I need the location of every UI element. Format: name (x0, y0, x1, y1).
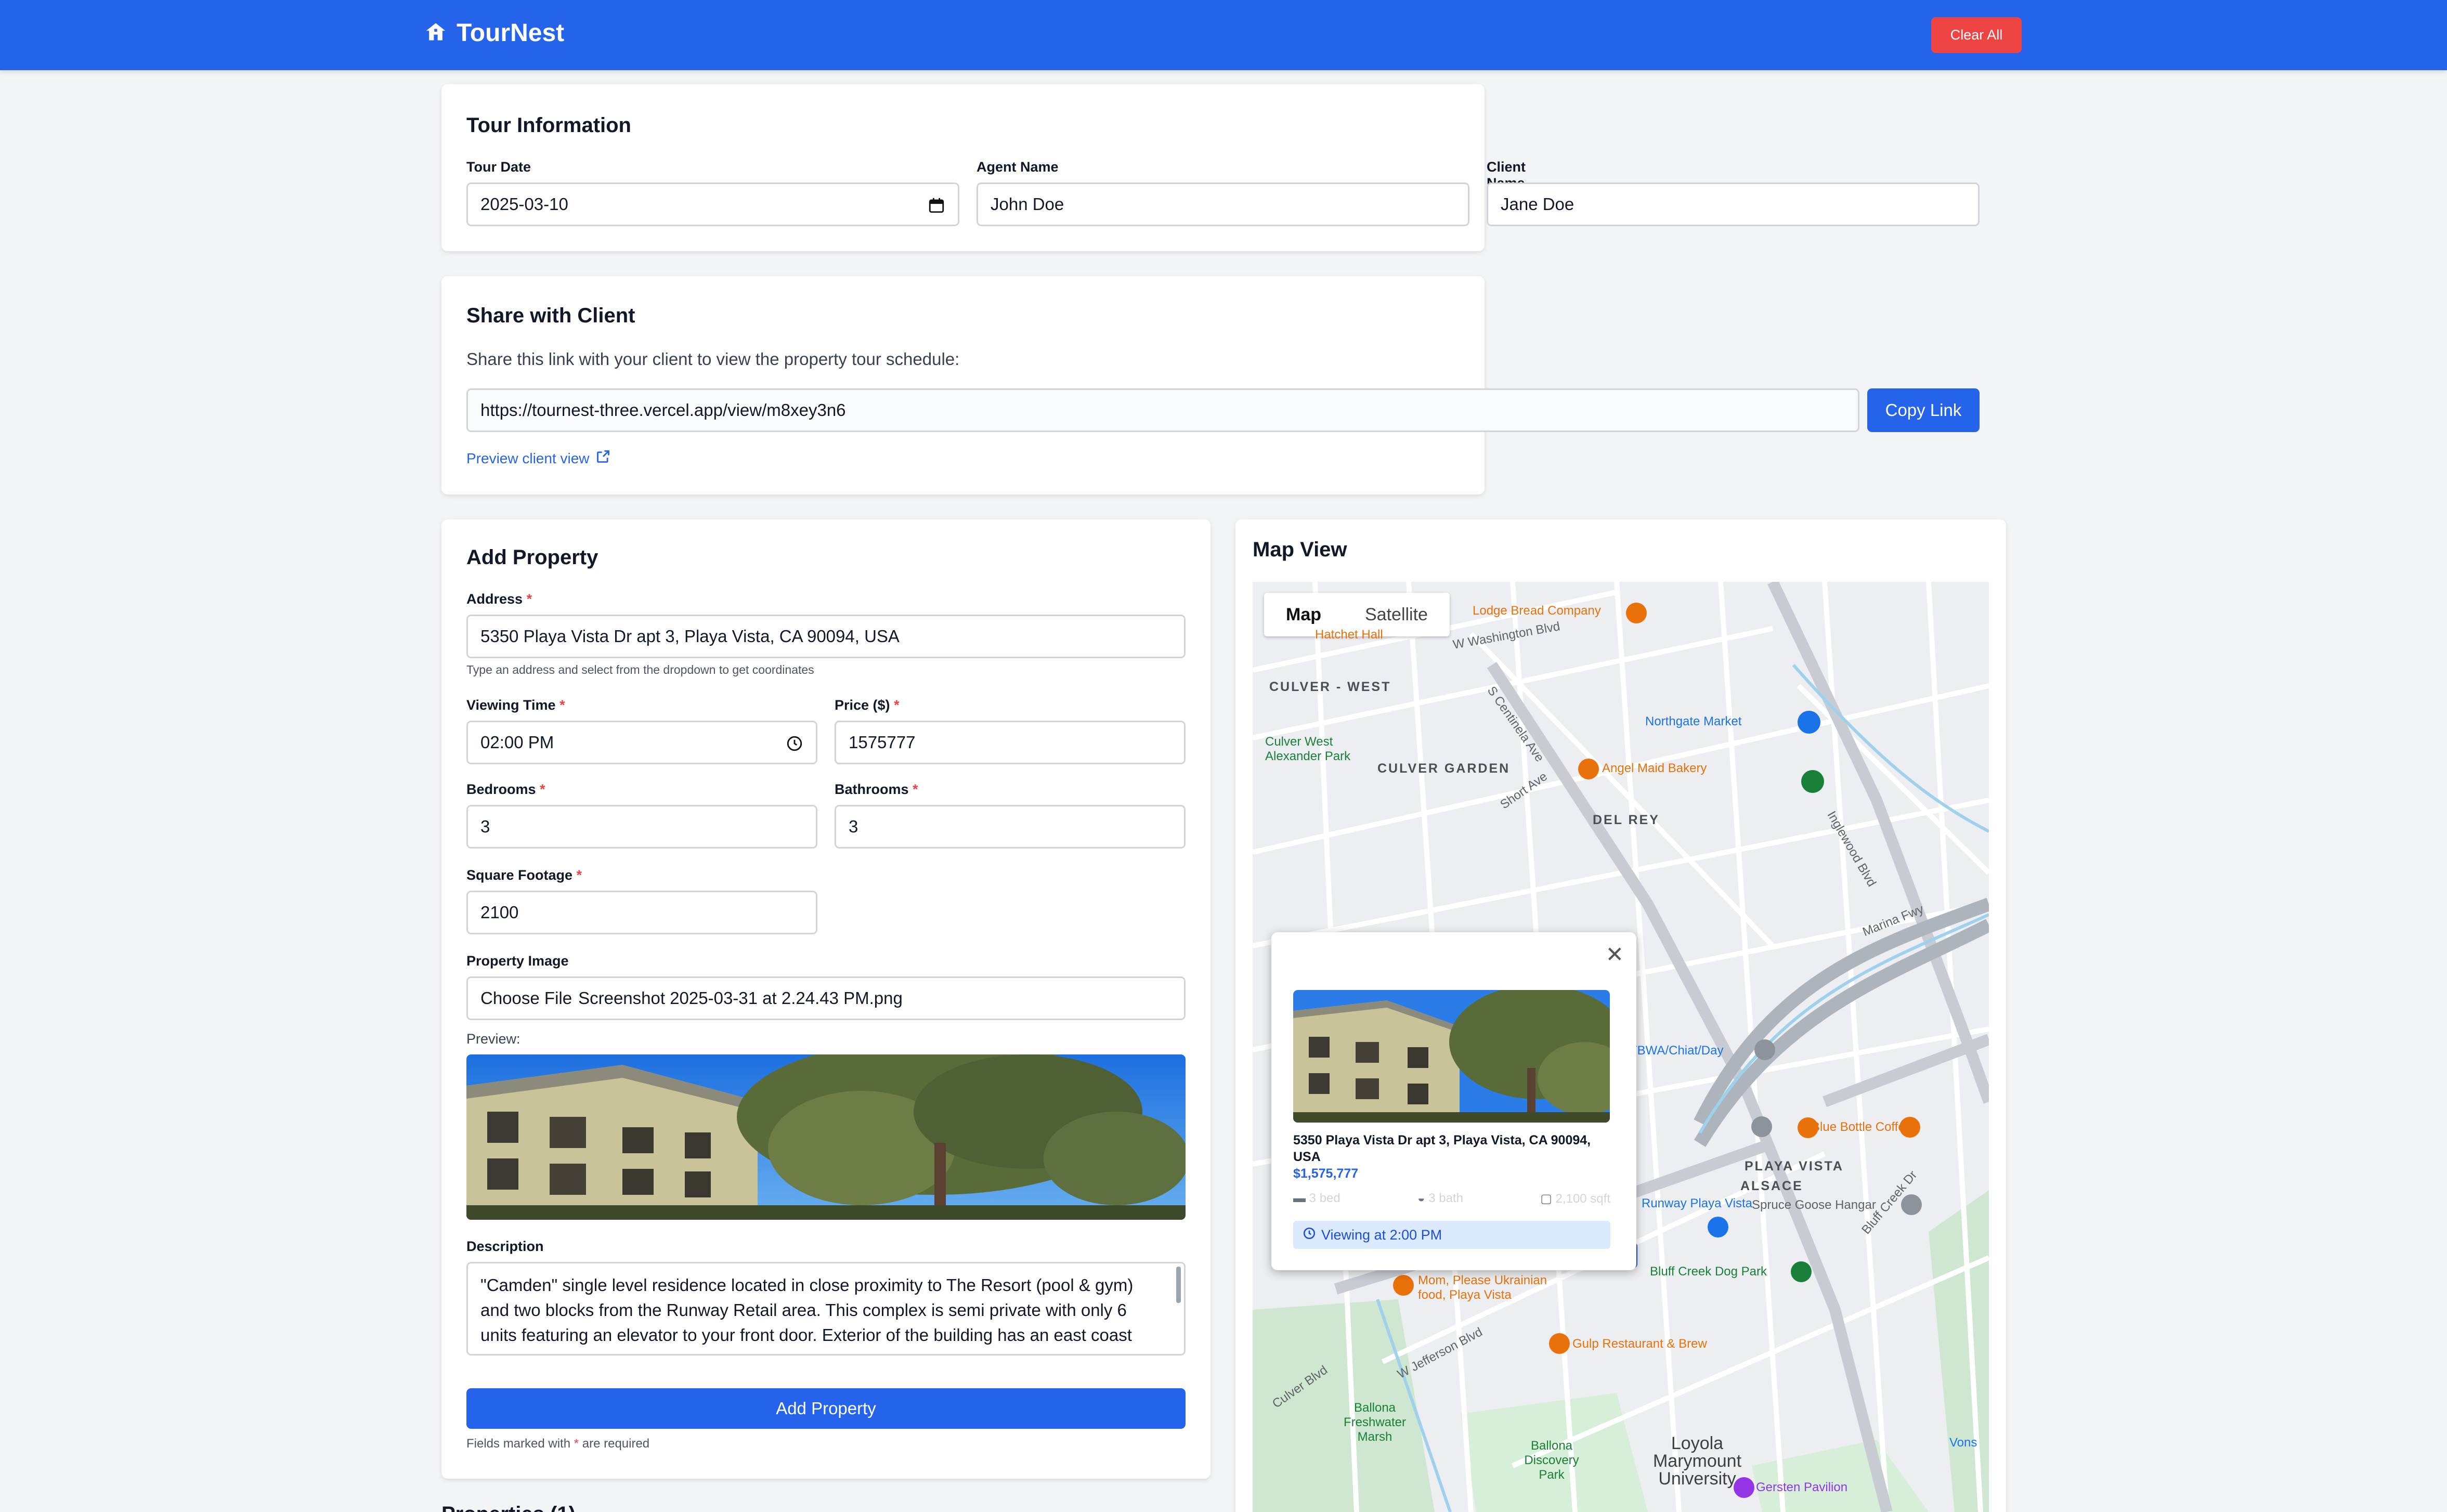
calendar-icon[interactable] (928, 197, 945, 218)
tour-date-value: 2025-03-10 (480, 194, 568, 214)
map-label-tbwa[interactable]: TBWA/Chiat/Day (1630, 1044, 1723, 1058)
required-note: Fields marked with * are required (466, 1437, 650, 1451)
brand-name: TourNest (457, 19, 565, 47)
description-value: "Camden" single level residence located … (480, 1275, 1134, 1345)
address-input[interactable]: 5350 Playa Vista Dr apt 3, Playa Vista, … (466, 615, 1186, 658)
square-icon: ▢ (1540, 1192, 1556, 1206)
description-label: Description (466, 1239, 544, 1254)
brand[interactable]: TourNest (424, 19, 564, 47)
price-label: Price ($) * (835, 697, 900, 713)
map-label-ballona-dp[interactable]: Ballona Discovery Park (1518, 1439, 1585, 1482)
map-label-alsace: ALSACE (1740, 1179, 1803, 1193)
property-image-preview (466, 1054, 1186, 1220)
map-label-ballona-fw[interactable]: Ballona Freshwater Marsh (1338, 1401, 1411, 1444)
map-label-lmu[interactable]: Loyola Marymount University (1637, 1435, 1757, 1488)
client-name-input[interactable]: Jane Doe (1487, 183, 1980, 226)
tour-date-label: Tour Date (466, 159, 531, 175)
file-name: Screenshot 2025-03-31 at 2.24.43 PM.png (578, 988, 903, 1008)
address-value: 5350 Playa Vista Dr apt 3, Playa Vista, … (480, 627, 900, 646)
tour-information-title: Tour Information (466, 114, 631, 137)
preview-client-view-link[interactable]: Preview client view (466, 449, 610, 467)
add-property-title: Add Property (466, 546, 598, 569)
map-view-title: Map View (1253, 538, 1347, 561)
square-footage-value: 2100 (480, 903, 519, 922)
address-label: Address * (466, 591, 532, 607)
popup-viewing-badge: Viewing at 2:00 PM (1293, 1221, 1610, 1249)
tour-date-input[interactable]: 2025-03-10 (466, 183, 959, 226)
popup-property-image (1293, 990, 1610, 1123)
square-footage-input[interactable]: 2100 (466, 891, 817, 934)
bath-icon: ◒ (1417, 1191, 1429, 1205)
share-card: Share with Client Share this link with y… (441, 276, 1980, 494)
share-description: Share this link with your client to view… (466, 349, 960, 369)
map-label-culver-west: CULVER - WEST (1269, 680, 1391, 694)
close-icon[interactable]: ✕ (1606, 942, 1624, 967)
map-label-vons[interactable]: Vons (1949, 1436, 1977, 1450)
bed-icon: ▬ (1293, 1191, 1309, 1205)
share-title: Share with Client (466, 304, 635, 327)
popup-address: 5350 Playa Vista Dr apt 3, Playa Vista, … (1293, 1133, 1591, 1164)
map-label-lodge-bread[interactable]: Lodge Bread Company (1473, 604, 1601, 618)
agent-name-value: John Doe (991, 194, 1064, 214)
map-label-angel-maid[interactable]: Angel Maid Bakery (1602, 761, 1707, 776)
popup-price: $1,575,777 (1293, 1166, 1359, 1181)
image-preview-label: Preview: (466, 1031, 520, 1047)
bedrooms-label: Bedrooms * (466, 781, 545, 797)
client-name-value: Jane Doe (1501, 194, 1574, 214)
map-label-culver-garden: CULVER GARDEN (1377, 761, 1511, 776)
bathrooms-label: Bathrooms * (835, 781, 918, 797)
popup-baths: ◒ 3 bath (1417, 1191, 1463, 1205)
square-footage-label: Square Footage * (466, 867, 582, 883)
bedrooms-input[interactable]: 3 (466, 805, 817, 849)
price-value: 1575777 (849, 733, 916, 752)
agent-name-input[interactable]: John Doe (977, 183, 1469, 226)
tour-information-card: Tour Information Tour Date 2025-03-10 Ag… (441, 84, 1980, 251)
popup-stats: ▬ 3 bed ◒ 3 bath ▢ 2,100 sqft (1293, 1191, 1610, 1206)
add-property-card: Add Property Address * 5350 Playa Vista … (441, 519, 1211, 1479)
map-label-gulp[interactable]: Gulp Restaurant & Brew (1572, 1337, 1707, 1351)
properties-heading: Properties (1) (441, 1503, 576, 1512)
popup-beds: ▬ 3 bed (1293, 1191, 1340, 1205)
map-label-spruce-goose[interactable]: Spruce Goose Hangar (1752, 1198, 1876, 1213)
external-link-icon (596, 449, 610, 467)
viewing-time-label: Viewing Time * (466, 697, 565, 713)
property-image-input[interactable]: Choose File Screenshot 2025-03-31 at 2.2… (466, 976, 1186, 1020)
add-property-button[interactable]: Add Property (466, 1388, 1186, 1429)
map-label-bluff-creek-dog[interactable]: Bluff Creek Dog Park (1650, 1265, 1767, 1279)
map-label-gersten[interactable]: Gersten Pavilion (1756, 1480, 1847, 1495)
share-link-value: https://tournest-three.vercel.app/view/m… (480, 400, 846, 420)
preview-client-view-label: Preview client view (466, 450, 590, 466)
agent-name-label: Agent Name (977, 159, 1059, 175)
property-image-label: Property Image (466, 953, 569, 969)
choose-file-button[interactable]: Choose File (480, 988, 572, 1008)
viewing-time-value: 02:00 PM (480, 733, 554, 752)
address-hint: Type an address and select from the drop… (466, 663, 814, 676)
popup-sqft: ▢ 2,100 sqft (1540, 1192, 1610, 1206)
scrollbar[interactable] (1176, 1267, 1181, 1303)
clear-all-button[interactable]: Clear All (1931, 17, 2022, 53)
top-navbar: TourNest Clear All (0, 0, 2447, 70)
description-textarea[interactable]: "Camden" single level residence located … (466, 1262, 1186, 1355)
map-label-hatchet-hall[interactable]: Hatchet Hall (1315, 628, 1383, 642)
map-label-northgate[interactable]: Northgate Market (1645, 714, 1741, 729)
copy-link-button[interactable]: Copy Link (1867, 388, 1980, 432)
viewing-time-input[interactable]: 02:00 PM (466, 721, 817, 764)
clock-icon (1303, 1227, 1316, 1244)
home-icon (424, 20, 447, 46)
property-popup: ✕ 5350 Playa Vista Dr apt 3, Playa Vista… (1271, 932, 1636, 1270)
bathrooms-value: 3 (849, 817, 858, 836)
bathrooms-input[interactable]: 3 (835, 805, 1186, 849)
bedrooms-value: 3 (480, 817, 490, 836)
price-input[interactable]: 1575777 (835, 721, 1186, 764)
map-label-runway[interactable]: Runway Playa Vista (1642, 1196, 1752, 1211)
map-label-ukrainian[interactable]: Mom, Please Ukrainian food, Playa Vista (1418, 1273, 1558, 1302)
map-label-blue-bottle[interactable]: Blue Bottle Coffee (1812, 1120, 1912, 1135)
clock-icon[interactable] (786, 735, 803, 757)
map-label-playa-vista: PLAYA VISTA (1745, 1159, 1844, 1174)
map-label-culver-west-park[interactable]: Culver West Alexander Park (1265, 735, 1353, 764)
map-label-del-rey: DEL REY (1593, 813, 1660, 827)
share-link-input[interactable]: https://tournest-three.vercel.app/view/m… (466, 388, 1859, 432)
popup-viewing-text: Viewing at 2:00 PM (1321, 1227, 1442, 1243)
